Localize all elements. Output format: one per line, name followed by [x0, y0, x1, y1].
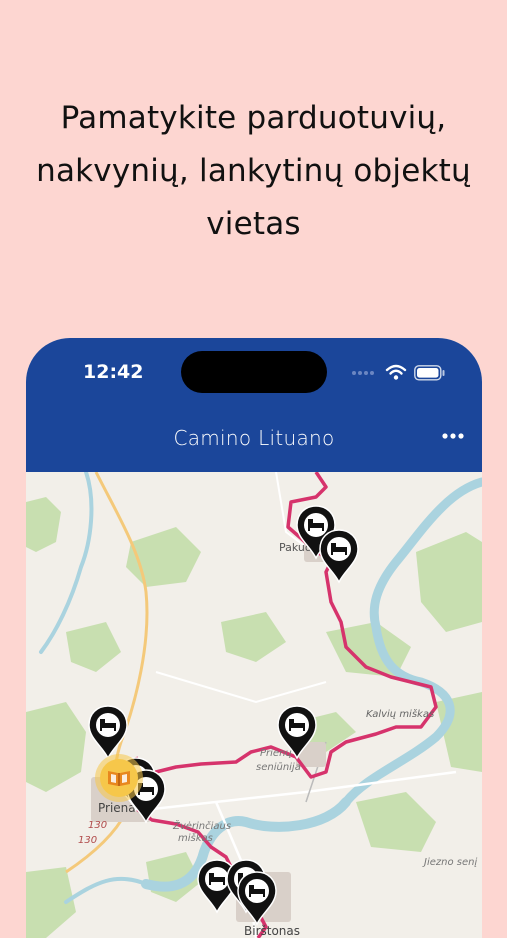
status-time: 12:42 — [83, 361, 144, 383]
cellular-signal-icon — [352, 371, 374, 375]
attraction-marker[interactable] — [95, 754, 143, 802]
dynamic-island — [181, 351, 327, 393]
place-label-prienai: Priena — [98, 801, 136, 815]
more-horizontal-icon — [442, 433, 464, 439]
place-label-zverinciaus: Žvėrinčiaus — [172, 819, 231, 832]
place-label-prienu: Prienų — [260, 748, 292, 759]
road-number-label: 130 — [88, 820, 107, 831]
place-label-seniunija: seniūnija — [256, 762, 301, 773]
book-icon — [108, 771, 130, 786]
place-label-birstonas: Birštonas — [244, 924, 300, 938]
more-options-button[interactable] — [440, 428, 466, 450]
place-label-kalviu-miskas: Kalvių miškas — [366, 708, 434, 720]
place-label-jiezno: Jiezno senį — [422, 857, 477, 868]
road-number-label: 130 — [78, 835, 97, 846]
app-bar: 12:42 Camino Lituano — [26, 338, 482, 472]
status-icons — [352, 364, 445, 381]
place-label-miskas: miškas — [178, 832, 213, 844]
map-view[interactable]: Pakuonis Kalvių miškas Prienų seniūnija … — [26, 472, 482, 938]
app-title: Camino Lituano — [173, 426, 335, 450]
battery-icon — [414, 365, 445, 381]
wifi-icon — [385, 364, 407, 380]
promo-headline: Pamatykite parduotuvių, nakvynių, lankyt… — [36, 100, 471, 242]
phone-screen: 12:42 Camino Lituano Pakuonis Kalvių miš… — [26, 338, 482, 938]
